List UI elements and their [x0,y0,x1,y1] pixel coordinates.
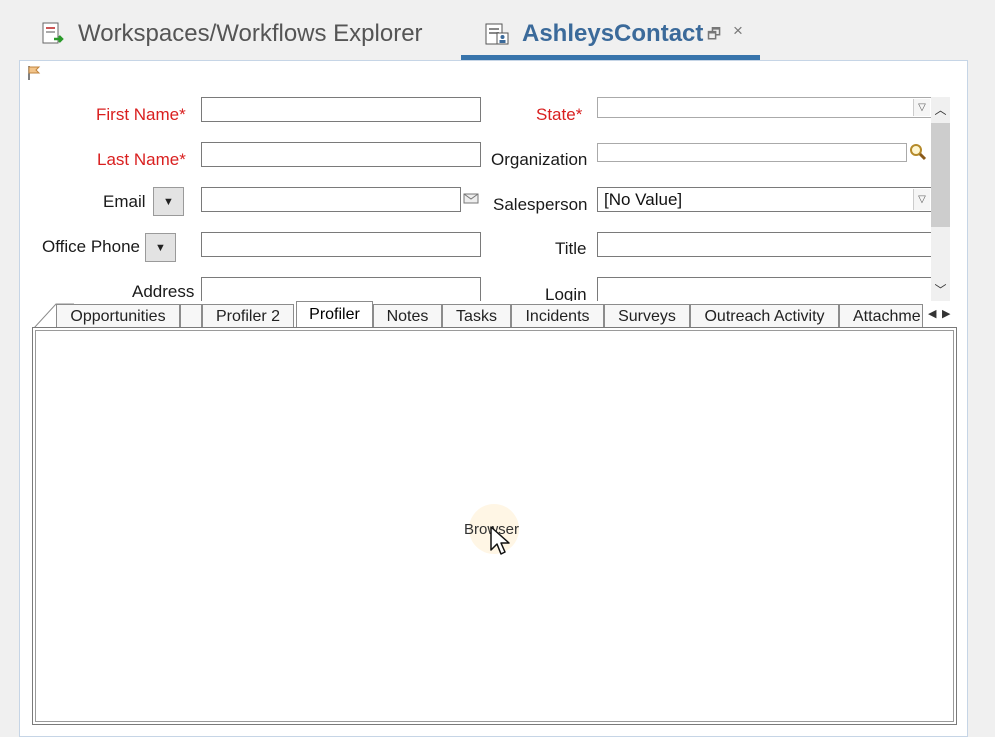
chevron-down-icon: ▽ [913,99,930,116]
tab-attachments[interactable]: Attachme [839,304,923,328]
tab-profiler-2[interactable]: Profiler 2 [202,304,294,328]
workflow-explorer-icon [42,22,64,44]
address-field[interactable] [201,277,481,301]
salesperson-value: [No Value] [604,190,683,209]
tab-surveys[interactable]: Surveys [604,304,690,328]
login-field[interactable] [597,277,932,301]
tab-scroll-right-icon[interactable]: ▶ [942,307,950,320]
address-label: Address [132,282,195,301]
form-scrollbar[interactable]: ︿ ﹀ [931,97,950,301]
tab-outreach-activity[interactable]: Outreach Activity [690,304,839,328]
tab-workspaces-workflows-explorer[interactable]: Workspaces/Workflows Explorer [40,14,423,54]
search-icon[interactable] [909,143,927,161]
office-phone-field[interactable] [201,232,481,257]
scroll-down-icon[interactable]: ﹀ [931,279,950,299]
contact-record-icon [485,23,509,45]
chevron-down-icon: ▽ [913,189,930,210]
last-name-label: Last Name* [97,150,186,169]
title-field[interactable] [597,232,932,257]
tab-tasks[interactable]: Tasks [442,304,511,328]
contact-panel: First Name* Last Name* Email ▼ Office Ph… [19,60,968,737]
first-name-field[interactable] [201,97,481,122]
restore-tab-icon[interactable]: 🗗 [707,24,721,49]
office-phone-label: Office Phone [42,237,140,256]
envelope-icon[interactable] [463,191,479,205]
tab-incidents[interactable]: Incidents [511,304,604,328]
email-type-dropdown[interactable]: ▼ [153,187,184,216]
close-tab-icon[interactable]: × [733,21,743,41]
organization-field[interactable] [597,143,907,162]
contact-form: First Name* Last Name* Email ▼ Office Ph… [20,85,950,301]
phone-type-dropdown[interactable]: ▼ [145,233,176,262]
tab-notes[interactable]: Notes [373,304,442,328]
tab-scroll-left-icon[interactable]: ◀ [928,307,936,320]
first-name-label: First Name* [96,105,186,124]
scroll-up-icon[interactable]: ︿ [931,99,950,119]
state-dropdown[interactable]: ▽ [597,97,932,118]
tab-unnamed[interactable] [180,304,202,328]
email-field[interactable] [201,187,461,212]
title-label: Title [555,239,587,258]
scrollbar-thumb[interactable] [931,123,950,227]
mouse-cursor-icon [490,526,510,555]
document-tab-bar: Workspaces/Workflows Explorer AshleysCon… [0,0,995,60]
tab-profiler[interactable]: Profiler [296,301,373,328]
organization-label: Organization [491,150,588,169]
detail-tab-strip: Opportunities Profiler 2 Profiler Notes … [20,301,967,329]
flag-icon[interactable] [26,65,44,81]
salesperson-dropdown[interactable]: [No Value] ▽ [597,187,932,212]
tab-label: Workspaces/Workflows Explorer [78,20,423,47]
tab-opportunities[interactable]: Opportunities [56,304,180,328]
tab-ashleys-contact[interactable]: AshleysContact [484,14,703,54]
login-label: Login [545,285,587,301]
last-name-field[interactable] [201,142,481,167]
salesperson-label: Salesperson [493,195,588,214]
email-label: Email [103,192,146,211]
tab-label: AshleysContact [522,20,704,47]
state-label: State* [536,105,583,124]
